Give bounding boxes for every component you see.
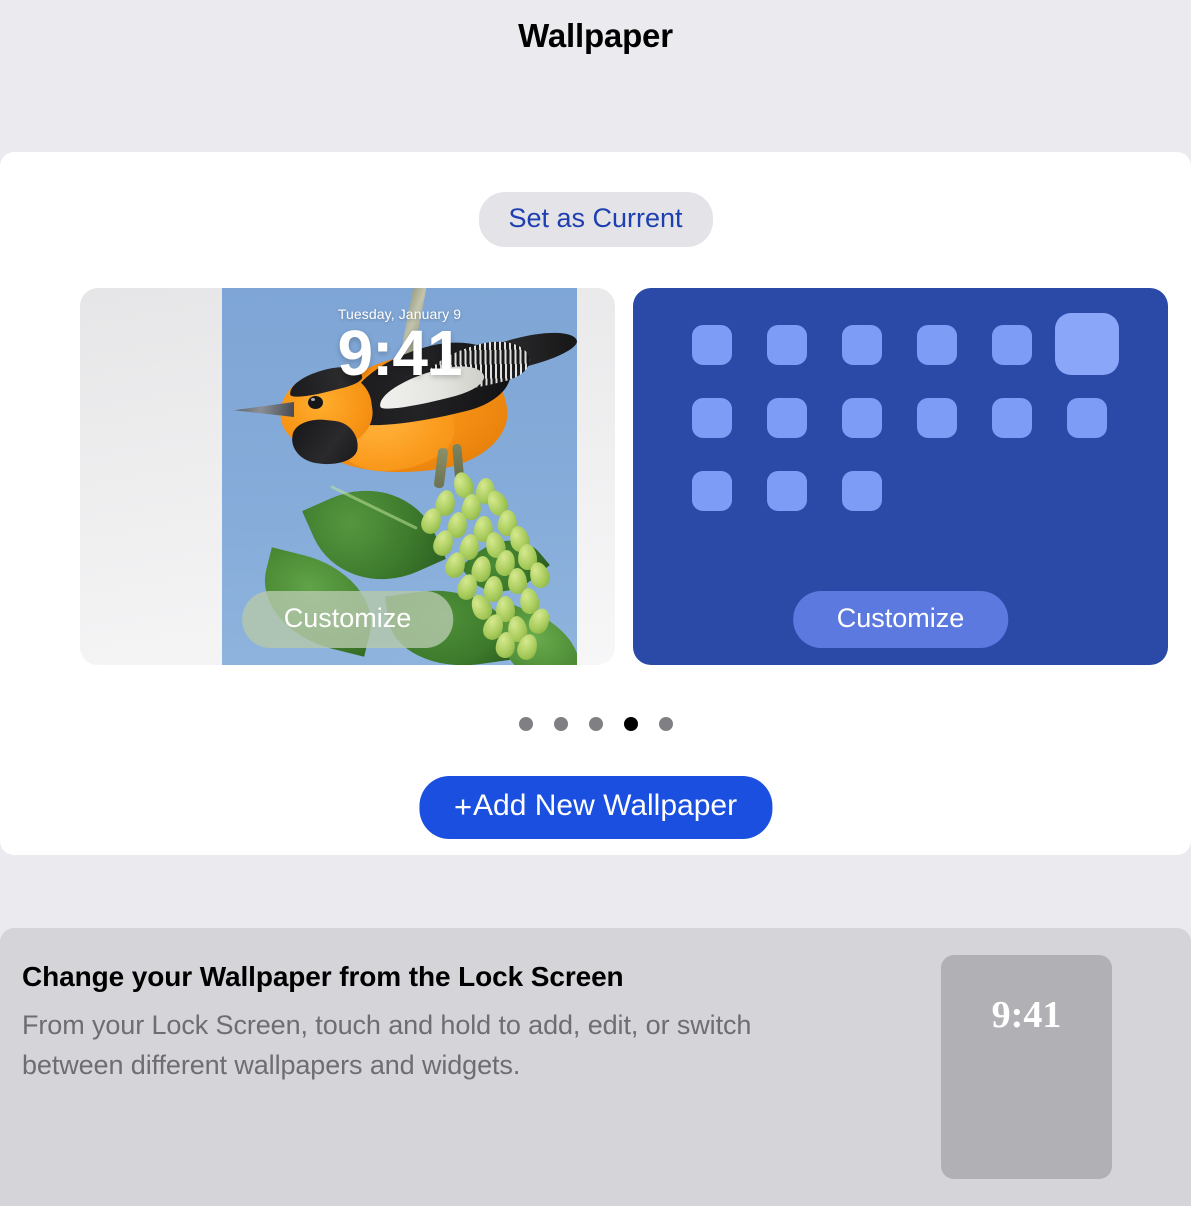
wallpaper-previews-row: Tuesday, January 9 9:41 Customize Custom… <box>80 288 1168 665</box>
page-dot[interactable] <box>658 717 673 731</box>
mini-thumbnail-time: 9:41 <box>991 994 1062 1036</box>
add-new-wallpaper-button[interactable]: + Add New Wallpaper <box>418 776 773 839</box>
page-dot[interactable] <box>553 717 568 731</box>
app-icon[interactable] <box>992 325 1032 365</box>
customize-lock-screen-button[interactable]: Customize <box>241 591 454 648</box>
home-screen-icon-row <box>692 313 1122 386</box>
bird-beak <box>234 402 294 417</box>
page-title: Wallpaper <box>518 17 673 54</box>
add-new-wallpaper-label: Add New Wallpaper <box>473 789 738 822</box>
info-card-heading: Change your Wallpaper from the Lock Scre… <box>22 961 624 992</box>
app-icon[interactable] <box>842 398 882 438</box>
wallpaper-page-dots <box>0 717 1191 731</box>
app-icon[interactable] <box>1067 398 1107 438</box>
app-icon[interactable] <box>842 471 882 511</box>
app-icon[interactable] <box>842 325 882 365</box>
app-icon[interactable] <box>692 471 732 511</box>
lock-screen-preview[interactable]: Tuesday, January 9 9:41 Customize <box>80 288 615 665</box>
info-card-body: From your Lock Screen, touch and hold to… <box>22 1010 752 1081</box>
page-dot[interactable] <box>588 717 603 731</box>
app-icon[interactable] <box>692 325 732 365</box>
header-bar: Wallpaper <box>0 0 1191 152</box>
bird-eye <box>308 396 323 409</box>
app-icon[interactable] <box>767 471 807 511</box>
plus-icon: + <box>453 788 473 824</box>
wallpaper-settings-screen: Wallpaper Set as Current Tuesday, Januar… <box>0 0 1191 1206</box>
app-icon[interactable] <box>692 398 732 438</box>
info-text-block: Change your Wallpaper from the Lock Scre… <box>22 961 782 1085</box>
home-screen-icon-grid <box>692 313 1122 532</box>
customize-home-screen-button[interactable]: Customize <box>792 591 1009 648</box>
home-screen-icon-row <box>692 459 1122 532</box>
wallpaper-main-card: Set as Current Tuesday, January 9 9:41 C… <box>0 152 1191 855</box>
set-as-current-button[interactable]: Set as Current <box>478 192 713 247</box>
lock-screen-mini-thumbnail: 9:41 <box>941 955 1112 1179</box>
app-icon[interactable] <box>1055 313 1119 375</box>
lock-screen-info-card: Change your Wallpaper from the Lock Scre… <box>0 928 1191 1206</box>
app-icon[interactable] <box>992 398 1032 438</box>
home-screen-icon-row <box>692 386 1122 459</box>
app-icon[interactable] <box>917 325 957 365</box>
home-screen-preview[interactable]: Customize <box>633 288 1168 665</box>
app-icon[interactable] <box>767 325 807 365</box>
app-icon[interactable] <box>917 398 957 438</box>
page-dot[interactable] <box>518 717 533 731</box>
page-dot-active[interactable] <box>623 717 638 731</box>
app-icon[interactable] <box>767 398 807 438</box>
